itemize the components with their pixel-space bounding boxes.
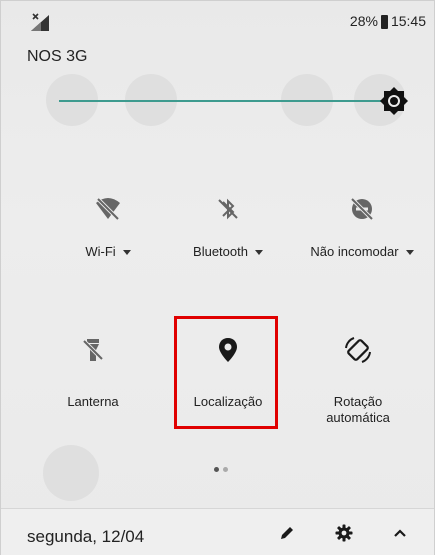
- dropdown-icon[interactable]: [405, 250, 414, 256]
- clock: 15:45: [390, 13, 426, 29]
- carrier-name: NOS 3G: [27, 48, 88, 65]
- background-app-icon: [43, 445, 99, 501]
- brightness-slider[interactable]: [59, 100, 394, 102]
- status-bar: 28% 15:45: [1, 1, 435, 37]
- battery-percent: 28%: [349, 13, 378, 29]
- page-dot-active: [214, 467, 219, 472]
- tile-flashlight[interactable]: Lanterna: [38, 335, 148, 410]
- chevron-up-icon[interactable]: [390, 523, 410, 543]
- tile-label: Bluetooth: [193, 244, 248, 259]
- tile-label-line1: Rotação: [333, 394, 383, 409]
- tile-label: Lanterna: [67, 394, 119, 409]
- status-right: 28% 15:45: [350, 13, 426, 29]
- do-not-disturb-off-icon: [350, 197, 374, 221]
- tile-label-line2: automática: [326, 410, 390, 425]
- battery-icon: [380, 15, 388, 29]
- brightness-icon[interactable]: [379, 86, 409, 116]
- wifi-off-icon: [96, 197, 120, 221]
- tile-label: Não incomodar: [310, 244, 399, 259]
- highlight-box: [174, 316, 278, 429]
- tile-auto-rotate[interactable]: Rotação automática: [303, 335, 413, 426]
- page-dot: [223, 467, 228, 472]
- dropdown-icon[interactable]: [254, 250, 263, 256]
- gear-icon[interactable]: [334, 523, 354, 543]
- edit-pencil-icon[interactable]: [277, 523, 297, 543]
- tile-do-not-disturb[interactable]: Não incomodar: [303, 194, 421, 260]
- date-label: segunda, 12/04: [27, 527, 145, 546]
- tile-label-multiline: Rotação automática: [303, 394, 413, 426]
- no-signal-icon: [31, 13, 49, 31]
- quick-settings-footer: segunda, 12/04: [1, 508, 434, 555]
- tile-wifi[interactable]: Wi-Fi: [53, 194, 163, 260]
- tile-label: Wi-Fi: [85, 244, 116, 259]
- auto-rotate-icon: [345, 337, 371, 363]
- dropdown-icon[interactable]: [122, 250, 131, 256]
- quick-settings-panel: 28% 15:45 NOS 3G Wi-Fi Bluetooth Não inc…: [0, 0, 435, 555]
- page-indicator: [214, 467, 228, 472]
- tile-bluetooth[interactable]: Bluetooth: [173, 194, 283, 260]
- flashlight-off-icon: [82, 339, 104, 361]
- bluetooth-off-icon: [218, 198, 238, 220]
